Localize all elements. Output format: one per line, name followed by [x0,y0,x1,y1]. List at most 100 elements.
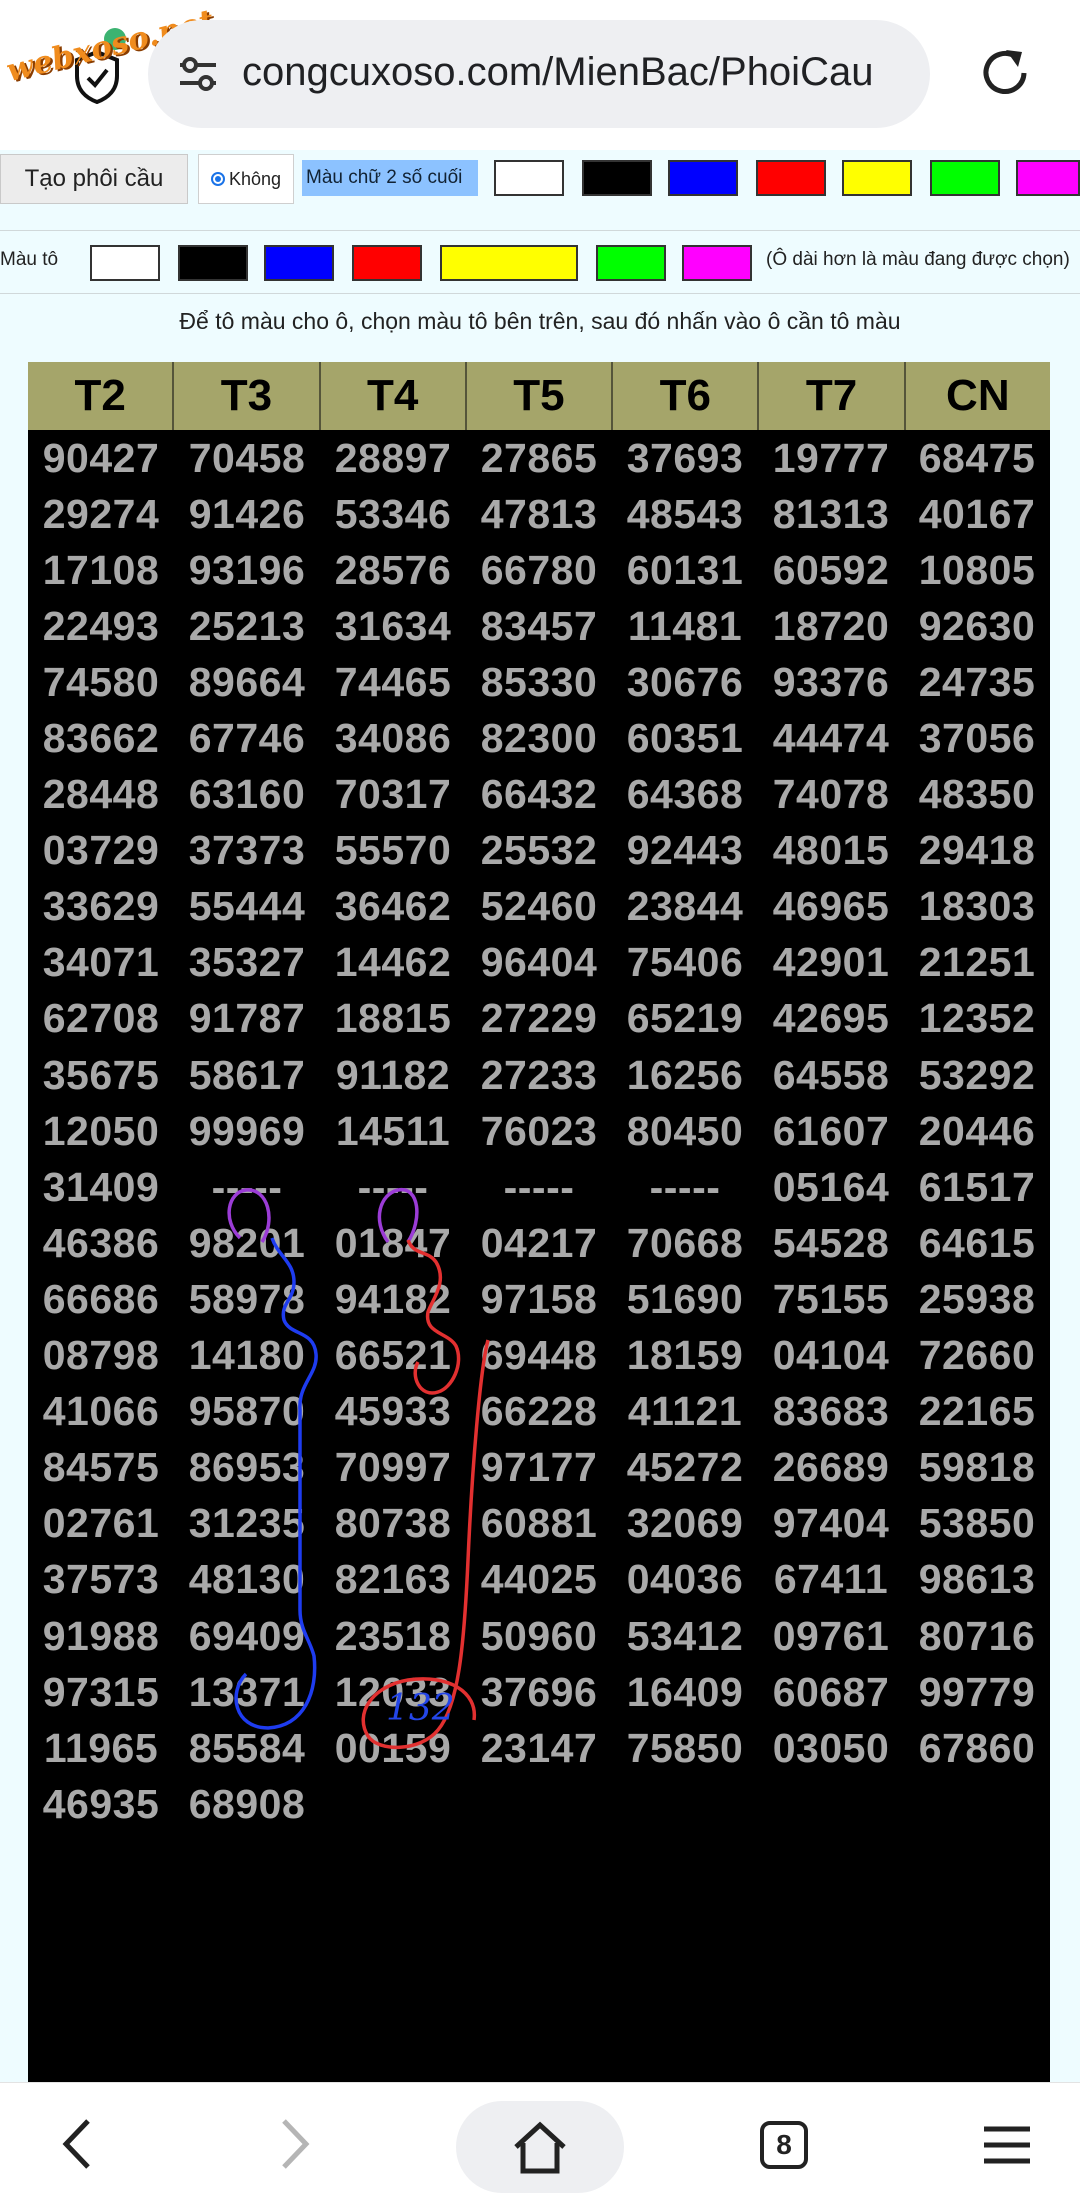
grid-cell[interactable]: 95870 [174,1384,320,1440]
grid-cell[interactable]: 34071 [28,935,174,991]
text-color-swatch[interactable] [930,160,1000,196]
grid-cell[interactable]: 64368 [612,767,758,823]
grid-cell[interactable]: ----- [174,1159,320,1215]
grid-cell[interactable]: 16409 [612,1664,758,1720]
site-settings-icon[interactable] [178,56,218,92]
grid-cell[interactable]: 69409 [174,1608,320,1664]
grid-cell[interactable]: 21251 [904,935,1050,991]
grid-cell[interactable]: 50960 [466,1608,612,1664]
grid-cell[interactable]: 60881 [466,1496,612,1552]
grid-cell[interactable]: 70668 [612,1215,758,1271]
grid-cell[interactable]: 37696 [466,1664,612,1720]
fill-color-swatch[interactable] [596,245,666,281]
grid-cell[interactable]: 99779 [904,1664,1050,1720]
grid-cell[interactable]: 12050 [28,1103,174,1159]
grid-cell[interactable]: 29418 [904,823,1050,879]
grid-cell[interactable]: 93376 [758,654,904,710]
grid-cell[interactable]: 36462 [320,879,466,935]
grid-cell[interactable]: 81313 [758,486,904,542]
grid-cell[interactable]: 02761 [28,1496,174,1552]
grid-cell[interactable]: 32069 [612,1496,758,1552]
grid-cell[interactable]: 17108 [28,542,174,598]
grid-cell[interactable]: 51690 [612,1271,758,1327]
grid-cell[interactable]: ----- [612,1159,758,1215]
grid-cell[interactable]: 53850 [904,1496,1050,1552]
grid-cell[interactable]: 85584 [174,1720,320,1776]
text-color-swatch[interactable] [668,160,738,196]
grid-cell[interactable]: 90427 [28,430,174,486]
fill-color-swatch[interactable] [178,245,248,281]
url-text[interactable]: congcuxoso.com/MienBac/PhoiCau [242,50,918,95]
grid-cell[interactable]: 66228 [466,1384,612,1440]
grid-cell[interactable]: 18815 [320,991,466,1047]
grid-cell[interactable]: 31235 [174,1496,320,1552]
grid-cell[interactable]: 70317 [320,767,466,823]
grid-cell[interactable]: 80450 [612,1103,758,1159]
grid-cell[interactable]: 52460 [466,879,612,935]
grid-cell[interactable]: 70997 [320,1440,466,1496]
grid-cell[interactable]: 41121 [612,1384,758,1440]
grid-cell[interactable]: 44025 [466,1552,612,1608]
grid-cell[interactable]: 34086 [320,710,466,766]
grid-cell[interactable]: 33629 [28,879,174,935]
grid-cell[interactable]: 08798 [28,1328,174,1384]
grid-cell[interactable]: 48015 [758,823,904,879]
grid-cell[interactable]: 85330 [466,654,612,710]
grid-cell[interactable]: 80738 [320,1496,466,1552]
grid-cell[interactable]: 10805 [904,542,1050,598]
grid-cell[interactable]: 66686 [28,1271,174,1327]
grid-cell[interactable]: 67411 [758,1552,904,1608]
grid-cell[interactable]: 18303 [904,879,1050,935]
grid-cell[interactable]: 92443 [612,823,758,879]
grid-cell[interactable]: 26689 [758,1440,904,1496]
text-color-swatch[interactable] [756,160,826,196]
grid-cell[interactable]: 22165 [904,1384,1050,1440]
grid-cell[interactable] [612,1776,758,1832]
grid-cell[interactable]: 46935 [28,1776,174,1832]
grid-cell[interactable]: 66780 [466,542,612,598]
grid-cell[interactable]: 47813 [466,486,612,542]
grid-cell[interactable]: 89664 [174,654,320,710]
grid-cell[interactable]: 27865 [466,430,612,486]
menu-icon[interactable] [982,2123,1032,2167]
grid-cell[interactable]: 74580 [28,654,174,710]
reload-icon[interactable] [976,44,1034,102]
grid-cell[interactable]: 48350 [904,767,1050,823]
grid-cell[interactable]: 93196 [174,542,320,598]
grid-cell[interactable]: 69448 [466,1328,612,1384]
grid-cell[interactable]: 41066 [28,1384,174,1440]
grid-cell[interactable] [320,1776,466,1832]
grid-cell[interactable]: 27233 [466,1047,612,1103]
grid-cell[interactable]: 98613 [904,1552,1050,1608]
grid-cell[interactable]: 14462 [320,935,466,991]
grid-cell[interactable]: 28897 [320,430,466,486]
grid-cell[interactable]: 68475 [904,430,1050,486]
grid-cell[interactable]: 25213 [174,598,320,654]
grid-cell[interactable]: 16256 [612,1047,758,1103]
grid-cell[interactable]: 25532 [466,823,612,879]
grid-cell[interactable]: 65219 [612,991,758,1047]
grid-cell[interactable]: 60687 [758,1664,904,1720]
grid-cell[interactable]: 18159 [612,1328,758,1384]
grid-cell[interactable]: 94182 [320,1271,466,1327]
grid-cell[interactable]: 23147 [466,1720,612,1776]
tab-switcher-button[interactable]: 8 [760,2121,808,2169]
grid-cell[interactable]: 92630 [904,598,1050,654]
grid-cell[interactable]: 19777 [758,430,904,486]
grid-cell[interactable]: 46965 [758,879,904,935]
fill-color-swatch[interactable] [440,245,578,281]
grid-cell[interactable]: 68908 [174,1776,320,1832]
grid-cell[interactable]: 84575 [28,1440,174,1496]
grid-cell[interactable]: 42695 [758,991,904,1047]
grid-cell[interactable]: 25938 [904,1271,1050,1327]
grid-cell[interactable]: 75850 [612,1720,758,1776]
grid-cell[interactable]: 82163 [320,1552,466,1608]
grid-cell[interactable]: 74465 [320,654,466,710]
grid-cell[interactable]: 54528 [758,1215,904,1271]
grid-cell[interactable]: 98201 [174,1215,320,1271]
radio-selected-icon[interactable] [211,172,225,186]
grid-cell[interactable]: 48543 [612,486,758,542]
grid-cell[interactable]: 20446 [904,1103,1050,1159]
grid-cell[interactable]: 03729 [28,823,174,879]
fill-color-swatch[interactable] [264,245,334,281]
